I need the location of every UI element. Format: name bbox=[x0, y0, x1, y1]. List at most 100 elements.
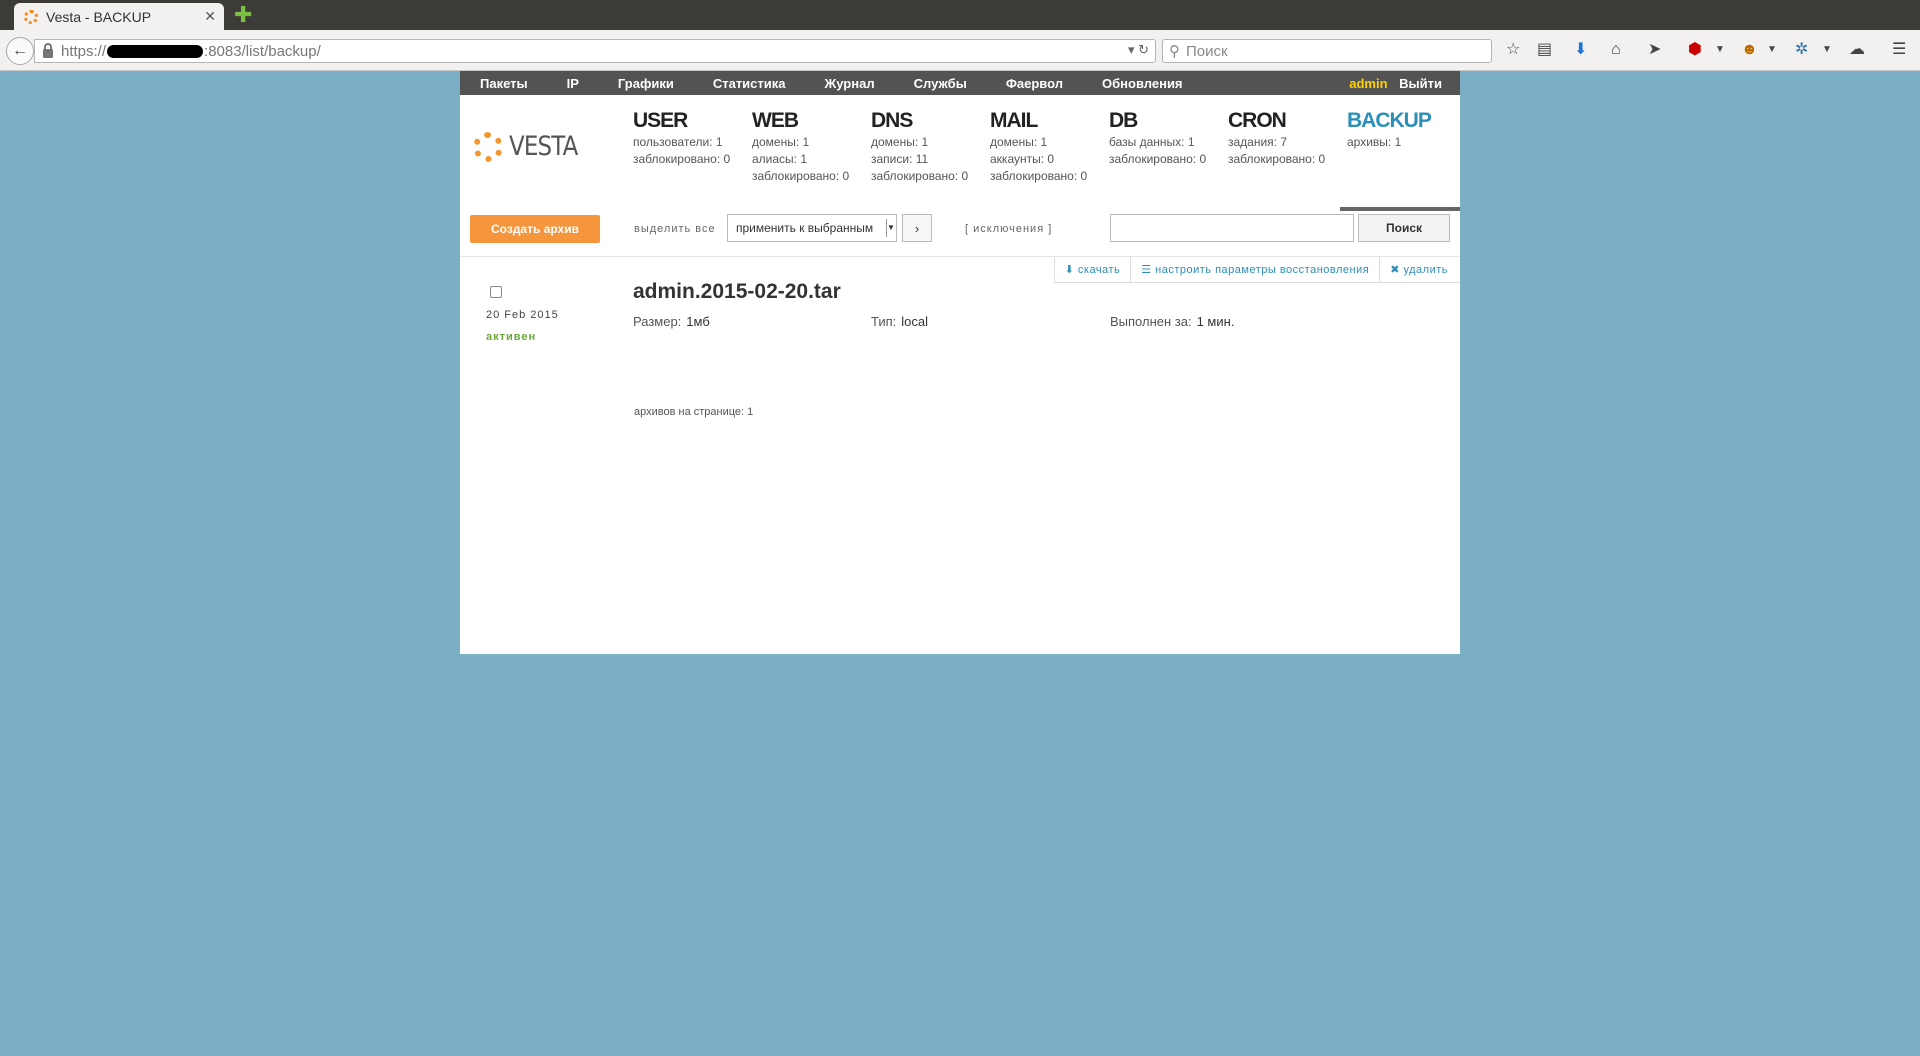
url-path: :8083/list/backup/ bbox=[204, 42, 321, 60]
close-icon: ✖ bbox=[1390, 264, 1404, 276]
menu-services[interactable]: Службы bbox=[914, 76, 967, 91]
stat-title: DB bbox=[1109, 109, 1138, 132]
stat-title: MAIL bbox=[990, 109, 1038, 132]
stat-user[interactable]: USER пользователи: 1 заблокировано: 0 bbox=[633, 108, 753, 168]
extension-dropdown-icon[interactable]: ▼ bbox=[1822, 41, 1832, 59]
type-label: Тип: bbox=[871, 314, 897, 329]
size-label: Размер: bbox=[633, 314, 682, 329]
stat-line: заблокировано: 0 bbox=[1109, 152, 1207, 166]
backup-name: admin.2015-02-20.tar bbox=[633, 280, 841, 303]
close-tab-icon[interactable]: ✕ bbox=[204, 8, 216, 25]
chevron-down-icon: ▼ bbox=[886, 219, 895, 237]
reading-list-icon[interactable]: ▤ bbox=[1537, 41, 1552, 59]
reload-icon[interactable]: ▾ ↻ bbox=[1128, 42, 1149, 58]
backup-row: ⬇ скачать ☰ настроить параметры восстано… bbox=[460, 257, 1460, 407]
stat-line: домены: 1 bbox=[752, 135, 810, 149]
greasemonkey-dropdown-icon[interactable]: ▼ bbox=[1767, 41, 1777, 59]
menu-log[interactable]: Журнал bbox=[825, 76, 875, 91]
duration-value: 1 мин. bbox=[1196, 314, 1235, 329]
greasemonkey-icon[interactable]: ☻ bbox=[1741, 41, 1758, 59]
vesta-favicon-icon bbox=[24, 9, 38, 24]
menu-icon[interactable]: ☰ bbox=[1892, 41, 1906, 59]
create-backup-button[interactable]: Создать архив bbox=[470, 215, 600, 243]
url-bar[interactable]: https:// :8083/list/backup/ ▾ ↻ bbox=[34, 39, 1156, 63]
stat-line: задания: 7 bbox=[1228, 135, 1288, 149]
menu-ip[interactable]: IP bbox=[567, 76, 579, 91]
header-stats: VESTA USER пользователи: 1 заблокировано… bbox=[460, 95, 1460, 202]
extension-icon[interactable]: ✲ bbox=[1795, 41, 1808, 59]
row-checkbox[interactable] bbox=[490, 286, 502, 298]
size-value: 1мб bbox=[686, 314, 710, 329]
adblock-dropdown-icon[interactable]: ▼ bbox=[1715, 41, 1725, 59]
new-tab-icon[interactable]: ✚ bbox=[234, 4, 252, 26]
adblock-icon[interactable]: ⬢ bbox=[1688, 41, 1702, 59]
restore-label: настроить параметры восстановления bbox=[1155, 264, 1370, 276]
stat-cron[interactable]: CRON задания: 7 заблокировано: 0 bbox=[1228, 108, 1348, 168]
stat-line: домены: 1 bbox=[871, 135, 929, 149]
browser-tab-strip: Vesta - BACKUP ✕ ✚ bbox=[0, 0, 1920, 30]
stat-dns[interactable]: DNS домены: 1 записи: 11 заблокировано: … bbox=[871, 108, 991, 185]
download-icon: ⬇ bbox=[1064, 264, 1078, 276]
stat-line: аккаунты: 0 bbox=[990, 152, 1055, 166]
delete-label: удалить bbox=[1403, 264, 1448, 276]
browser-tab[interactable]: Vesta - BACKUP ✕ bbox=[14, 3, 224, 30]
stat-line: архивы: 1 bbox=[1347, 135, 1402, 149]
current-user-link[interactable]: admin bbox=[1349, 76, 1387, 91]
menu-packages[interactable]: Пакеты bbox=[480, 76, 528, 91]
stat-line: заблокировано: 0 bbox=[871, 169, 969, 183]
back-arrow-icon[interactable]: ← bbox=[6, 37, 34, 65]
stat-line: заблокировано: 0 bbox=[752, 169, 850, 183]
stat-line: пользователи: 1 bbox=[633, 135, 723, 149]
backup-duration: Выполнен за: 1 мин. bbox=[1110, 314, 1234, 329]
menu-graphs[interactable]: Графики bbox=[618, 76, 674, 91]
top-menu: Пакеты IP Графики Статистика Журнал Служ… bbox=[460, 71, 1460, 95]
menu-statistics[interactable]: Статистика bbox=[713, 76, 786, 91]
lock-icon bbox=[43, 42, 53, 58]
vesta-logo[interactable]: VESTA bbox=[473, 131, 590, 162]
stat-web[interactable]: WEB домены: 1 алиасы: 1 заблокировано: 0 bbox=[752, 108, 872, 185]
search-button[interactable]: Поиск bbox=[1358, 214, 1450, 242]
stat-line: алиасы: 1 bbox=[752, 152, 808, 166]
search-input[interactable] bbox=[1110, 214, 1354, 242]
restore-settings-action[interactable]: ☰ настроить параметры восстановления bbox=[1130, 257, 1380, 283]
stat-title: USER bbox=[633, 109, 688, 132]
select-all-link[interactable]: выделить все bbox=[634, 223, 716, 235]
url-prefix: https:// bbox=[61, 42, 107, 60]
search-icon: ⚲ bbox=[1169, 43, 1180, 60]
items-per-page-count: архивов на странице: 1 bbox=[634, 406, 754, 418]
stat-line: домены: 1 bbox=[990, 135, 1048, 149]
stat-title: CRON bbox=[1228, 109, 1287, 132]
tab-title: Vesta - BACKUP bbox=[46, 8, 152, 25]
vesta-panel: Пакеты IP Графики Статистика Журнал Служ… bbox=[460, 71, 1460, 654]
vesta-logo-icon bbox=[473, 131, 503, 162]
stat-line: записи: 11 bbox=[871, 152, 929, 166]
browser-nav-bar: ← https:// :8083/list/backup/ ▾ ↻ ⚲ Поис… bbox=[0, 30, 1920, 71]
stat-line: заблокировано: 0 bbox=[1228, 152, 1326, 166]
stat-backup[interactable]: BACKUP архивы: 1 bbox=[1347, 108, 1467, 151]
send-icon[interactable]: ➤ bbox=[1648, 41, 1661, 59]
status-badge: активен bbox=[486, 331, 537, 343]
apply-bulk-button[interactable]: › bbox=[902, 214, 932, 242]
menu-updates[interactable]: Обновления bbox=[1102, 76, 1183, 91]
stat-title: DNS bbox=[871, 109, 913, 132]
browser-search-input[interactable]: ⚲ Поиск bbox=[1162, 39, 1492, 63]
redacted-host bbox=[107, 44, 204, 58]
chat-icon[interactable]: ☁ bbox=[1849, 41, 1865, 59]
menu-firewall[interactable]: Фаервол bbox=[1006, 76, 1063, 91]
download-action[interactable]: ⬇ скачать bbox=[1053, 257, 1131, 283]
delete-action[interactable]: ✖ удалить bbox=[1379, 257, 1460, 283]
bulk-action-select[interactable]: применить к выбранным ▼ bbox=[727, 214, 897, 242]
backup-type: Тип: local bbox=[871, 314, 928, 329]
download-icon[interactable]: ⬇ bbox=[1574, 41, 1587, 59]
home-icon[interactable]: ⌂ bbox=[1611, 41, 1621, 59]
logout-link[interactable]: Выйти bbox=[1399, 76, 1442, 91]
bookmark-star-icon[interactable]: ☆ bbox=[1506, 41, 1520, 59]
backup-date: 20 Feb 2015 bbox=[486, 309, 559, 321]
download-label: скачать bbox=[1077, 264, 1121, 276]
stat-db[interactable]: DB базы данных: 1 заблокировано: 0 bbox=[1109, 108, 1229, 168]
list-toolbar: Создать архив выделить все применить к в… bbox=[460, 202, 1460, 257]
search-placeholder: Поиск bbox=[1186, 42, 1228, 60]
exclusions-link[interactable]: [ исключения ] bbox=[965, 223, 1052, 235]
stat-mail[interactable]: MAIL домены: 1 аккаунты: 0 заблокировано… bbox=[990, 108, 1110, 185]
logo-text: VESTA bbox=[509, 131, 578, 162]
